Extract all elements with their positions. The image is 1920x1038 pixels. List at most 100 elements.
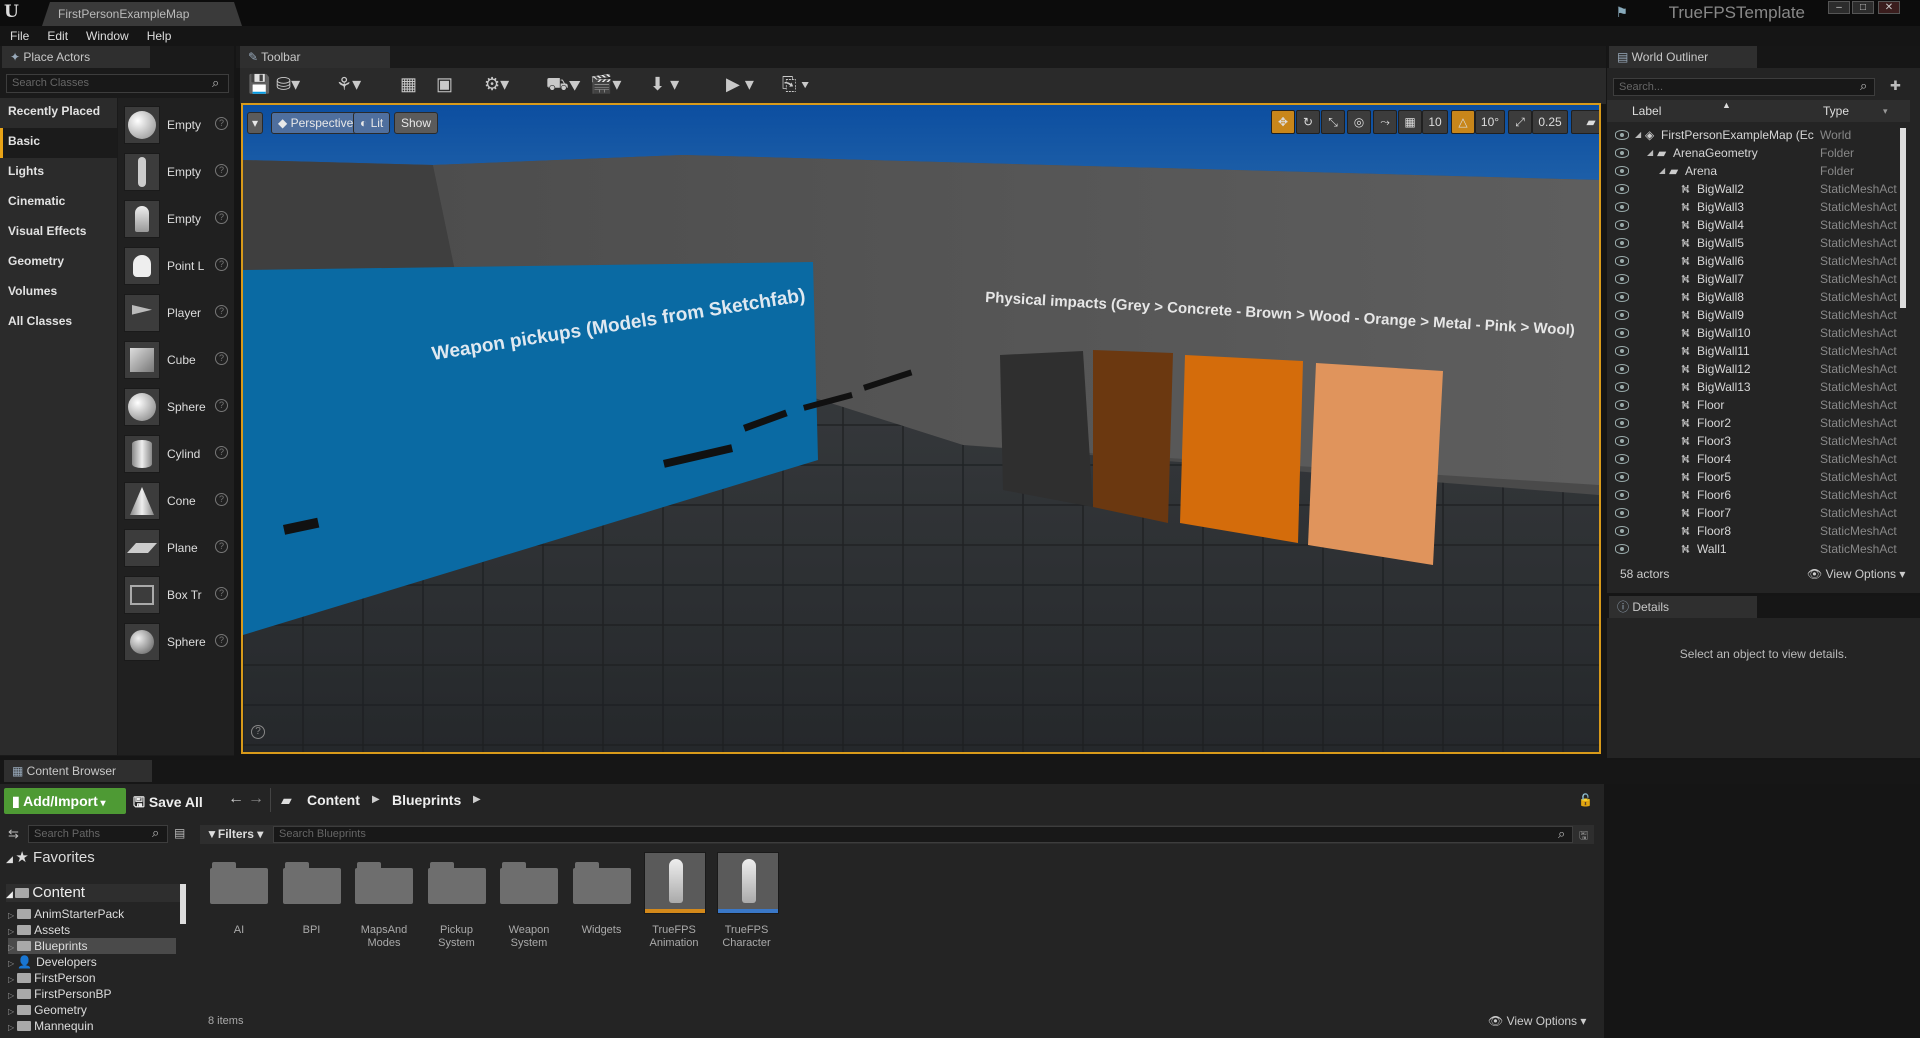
- help-icon[interactable]: ?: [215, 352, 228, 365]
- rotation-snap-icon[interactable]: △: [1451, 110, 1475, 134]
- maximize-icon[interactable]: □: [1852, 1, 1874, 14]
- outliner-row[interactable]: ⛕ Floor3 StaticMeshAct: [1607, 432, 1907, 450]
- outliner-row[interactable]: ⛕ BigWall6 StaticMeshAct: [1607, 252, 1907, 270]
- visibility-eye-icon[interactable]: [1615, 454, 1629, 464]
- visibility-eye-icon[interactable]: [1615, 184, 1629, 194]
- rotation-snap-value[interactable]: 10°: [1475, 110, 1505, 134]
- collapse-sources-icon[interactable]: ⇆: [8, 826, 19, 842]
- source-control-icon[interactable]: ⛁▾: [276, 74, 300, 95]
- add-icon[interactable]: ✚: [1890, 78, 1901, 94]
- document-tab[interactable]: FirstPersonExampleMap: [42, 2, 242, 26]
- actor-item-cylinder[interactable]: Cylind?: [124, 435, 229, 473]
- visibility-eye-icon[interactable]: [1615, 148, 1629, 158]
- visibility-eye-icon[interactable]: [1615, 472, 1629, 482]
- asset-tile[interactable]: BPI: [280, 852, 344, 952]
- visibility-eye-icon[interactable]: [1615, 256, 1629, 266]
- close-icon[interactable]: ✕: [1878, 1, 1900, 14]
- menu-file[interactable]: File: [10, 29, 29, 43]
- tree-item-developers[interactable]: ▷ 👤 Developers: [8, 954, 176, 970]
- category-recently-placed[interactable]: Recently Placed: [0, 98, 117, 128]
- actor-item-sphere[interactable]: Sphere?: [124, 388, 229, 426]
- visibility-eye-icon[interactable]: [1615, 166, 1629, 176]
- show-button[interactable]: Show: [394, 112, 439, 134]
- grid-snap-icon[interactable]: ▦: [1398, 110, 1422, 134]
- visibility-eye-icon[interactable]: [1615, 310, 1629, 320]
- camera-speed-button[interactable]: ▰ 4: [1571, 110, 1599, 134]
- help-icon[interactable]: ?: [215, 587, 228, 600]
- level-viewport[interactable]: Weapon pickups (Models from Sketchfab) P…: [241, 103, 1601, 754]
- asset-tile[interactable]: TrueFPS Animation: [642, 852, 706, 952]
- search-icon[interactable]: ⌕: [1860, 78, 1867, 94]
- actor-item-sphere-trigger[interactable]: Sphere?: [124, 623, 229, 661]
- tree-item-blueprints[interactable]: ▷ Blueprints: [8, 938, 176, 954]
- outliner-row[interactable]: ⛕ BigWall2 StaticMeshAct: [1607, 180, 1907, 198]
- tree-item-mannequin[interactable]: ▷ Mannequin: [8, 1018, 176, 1034]
- visibility-eye-icon[interactable]: [1615, 526, 1629, 536]
- unreal-logo-icon[interactable]: U: [4, 2, 30, 24]
- tab-details[interactable]: ⓘ Details: [1609, 596, 1757, 618]
- forward-arrow-icon[interactable]: →: [248, 790, 264, 808]
- outliner-row[interactable]: ⛕ Floor StaticMeshAct: [1607, 396, 1907, 414]
- outliner-row[interactable]: ⛕ BigWall13 StaticMeshAct: [1607, 378, 1907, 396]
- tab-world-outliner[interactable]: ▤ World Outliner: [1609, 46, 1757, 68]
- actor-item-plane[interactable]: Plane?: [124, 529, 229, 567]
- actor-item-empty-2[interactable]: Empty?: [124, 153, 229, 191]
- path-blueprints[interactable]: Blueprints: [392, 792, 461, 808]
- category-visual-effects[interactable]: Visual Effects: [0, 218, 117, 248]
- chevron-down-icon[interactable]: ▾: [1883, 106, 1888, 117]
- category-all-classes[interactable]: All Classes: [0, 308, 117, 338]
- scale-icon[interactable]: ⤡: [1321, 110, 1345, 134]
- tab-place-actors[interactable]: ✦ Place Actors: [2, 46, 150, 68]
- help-icon[interactable]: ?: [215, 305, 228, 318]
- add-import-button[interactable]: ▮ Add/Import ▾: [4, 788, 126, 814]
- lit-button[interactable]: ◐ Lit: [353, 112, 391, 134]
- cinematics-icon[interactable]: 🎬▾: [590, 74, 621, 95]
- visibility-eye-icon[interactable]: [1615, 436, 1629, 446]
- viewport-scene[interactable]: Weapon pickups (Models from Sketchfab) P…: [243, 105, 1599, 752]
- expand-triangle-icon[interactable]: ◢: [1647, 144, 1653, 162]
- launch-icon[interactable]: ⎘ ▾: [782, 74, 809, 95]
- tree-item-firstperson[interactable]: ▷ FirstPerson: [8, 970, 176, 986]
- search-blueprints-input[interactable]: Search Blueprints: [273, 826, 1573, 843]
- translate-icon[interactable]: ✥: [1271, 110, 1295, 134]
- menu-edit[interactable]: Edit: [47, 29, 68, 43]
- outliner-row[interactable]: ⛕ BigWall11 StaticMeshAct: [1607, 342, 1907, 360]
- outliner-row[interactable]: ⛕ BigWall12 StaticMeshAct: [1607, 360, 1907, 378]
- visibility-eye-icon[interactable]: [1615, 382, 1629, 392]
- save-search-icon[interactable]: 🖫: [1579, 827, 1588, 846]
- help-icon[interactable]: ?: [215, 164, 228, 177]
- visibility-eye-icon[interactable]: [1615, 238, 1629, 248]
- filters-button[interactable]: ▼Filters ▾: [206, 827, 263, 841]
- category-volumes[interactable]: Volumes: [0, 278, 117, 308]
- actor-item-player-start[interactable]: Player?: [124, 294, 229, 332]
- path-separator-icon[interactable]: ▶: [473, 794, 481, 805]
- category-geometry[interactable]: Geometry: [0, 248, 117, 278]
- help-icon[interactable]: ?: [215, 634, 228, 647]
- tree-item-animstarterpack[interactable]: ▷ AnimStarterPack: [8, 906, 176, 922]
- visibility-eye-icon[interactable]: [1615, 202, 1629, 212]
- outliner-row[interactable]: ⛕ Wall1 StaticMeshAct: [1607, 540, 1907, 558]
- search-classes-input[interactable]: Search Classes: [6, 74, 229, 93]
- visibility-eye-icon[interactable]: [1615, 220, 1629, 230]
- asset-tile[interactable]: TrueFPS Character: [715, 852, 779, 952]
- viewport-options-button[interactable]: ▾: [247, 112, 264, 134]
- asset-tile[interactable]: Pickup System: [425, 852, 489, 952]
- rotate-icon[interactable]: ↻: [1296, 110, 1320, 134]
- outliner-row[interactable]: ⛕ BigWall8 StaticMeshAct: [1607, 288, 1907, 306]
- world-space-icon[interactable]: ◎: [1347, 110, 1371, 134]
- save-icon[interactable]: 💾: [248, 74, 270, 95]
- content-view-options[interactable]: 👁 View Options ▾: [1488, 1014, 1586, 1028]
- surface-snap-icon[interactable]: ⤳: [1373, 110, 1397, 134]
- outliner-row[interactable]: ⛕ Floor8 StaticMeshAct: [1607, 522, 1907, 540]
- help-icon[interactable]: ?: [215, 493, 228, 506]
- help-icon[interactable]: ?: [215, 211, 228, 224]
- tree-scrollbar[interactable]: [180, 884, 186, 924]
- visibility-eye-icon[interactable]: [1615, 418, 1629, 428]
- help-icon[interactable]: ?: [215, 540, 228, 553]
- back-arrow-icon[interactable]: ←: [228, 790, 244, 808]
- outliner-search-input[interactable]: Search...: [1613, 78, 1875, 96]
- visibility-eye-icon[interactable]: [1615, 364, 1629, 374]
- search-icon[interactable]: ⌕: [212, 75, 219, 91]
- perspective-button[interactable]: ◆ Perspective: [271, 112, 361, 134]
- path-content[interactable]: Content: [307, 792, 360, 808]
